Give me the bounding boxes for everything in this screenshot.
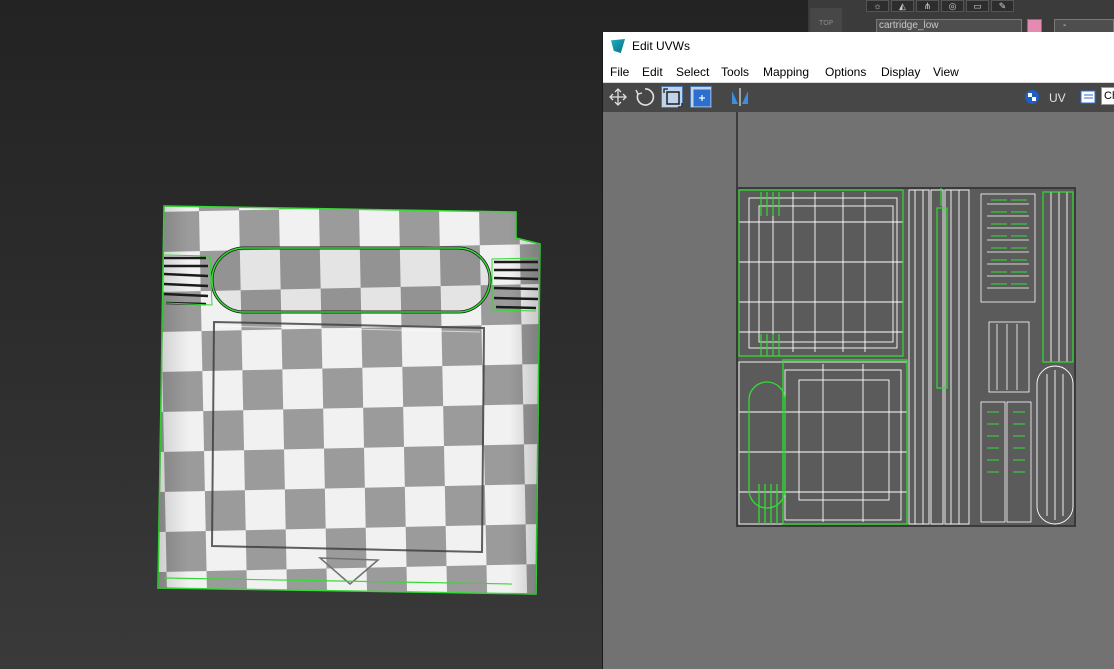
uv-tile [736, 187, 1076, 527]
list-icon[interactable] [1077, 86, 1099, 108]
menu-bar: File Edit Select Tools Mapping Options D… [603, 59, 1114, 83]
motion-icon[interactable]: ◎ [941, 0, 964, 12]
cartridge-3d-model[interactable] [0, 0, 602, 669]
selection-dropdown[interactable]: - [1054, 19, 1114, 33]
command-panel-tabs: ☼ ◭ ⋔ ◎ ▭ ✎ [866, 0, 1014, 12]
hierarchy-icon[interactable]: ⋔ [916, 0, 939, 12]
uv-toolbar: UV Ch [603, 83, 1114, 112]
title-bar[interactable]: Edit UVWs [603, 32, 1114, 59]
object-color-swatch[interactable] [1027, 19, 1042, 33]
utilities-icon[interactable]: ✎ [991, 0, 1014, 12]
3dsmax-logo-icon [611, 39, 625, 53]
scale-tool-icon[interactable] [661, 86, 683, 108]
display-icon[interactable]: ▭ [966, 0, 989, 12]
label-window [210, 246, 492, 314]
channel-field[interactable]: Ch [1101, 87, 1114, 105]
create-icon[interactable]: ◭ [891, 0, 914, 12]
move-tool-icon[interactable] [607, 86, 629, 108]
window-title: Edit UVWs [632, 39, 691, 53]
uv-layout[interactable] [603, 112, 1114, 669]
menu-view[interactable]: View [933, 65, 959, 79]
freeform-tool-icon[interactable] [690, 86, 712, 108]
checker-map-icon[interactable] [1021, 86, 1043, 108]
mirror-tool-icon[interactable] [729, 86, 751, 108]
menu-display[interactable]: Display [881, 65, 920, 79]
menu-file[interactable]: File [610, 65, 629, 79]
uv-editor-canvas[interactable] [603, 112, 1114, 669]
object-name-field[interactable]: cartridge_low [876, 19, 1022, 33]
uv-channel-label: UV [1049, 91, 1066, 105]
menu-select[interactable]: Select [676, 65, 709, 79]
menu-edit[interactable]: Edit [642, 65, 663, 79]
viewcube[interactable]: TOP [810, 8, 842, 34]
menu-options[interactable]: Options [825, 65, 866, 79]
edit-uvws-window: Edit UVWs File Edit Select Tools Mapping… [602, 32, 1114, 669]
rotate-tool-icon[interactable] [634, 86, 656, 108]
viewcube-label: TOP [818, 19, 833, 27]
sun-icon[interactable]: ☼ [866, 0, 889, 12]
menu-tools[interactable]: Tools [721, 65, 749, 79]
menu-mapping[interactable]: Mapping [763, 65, 809, 79]
